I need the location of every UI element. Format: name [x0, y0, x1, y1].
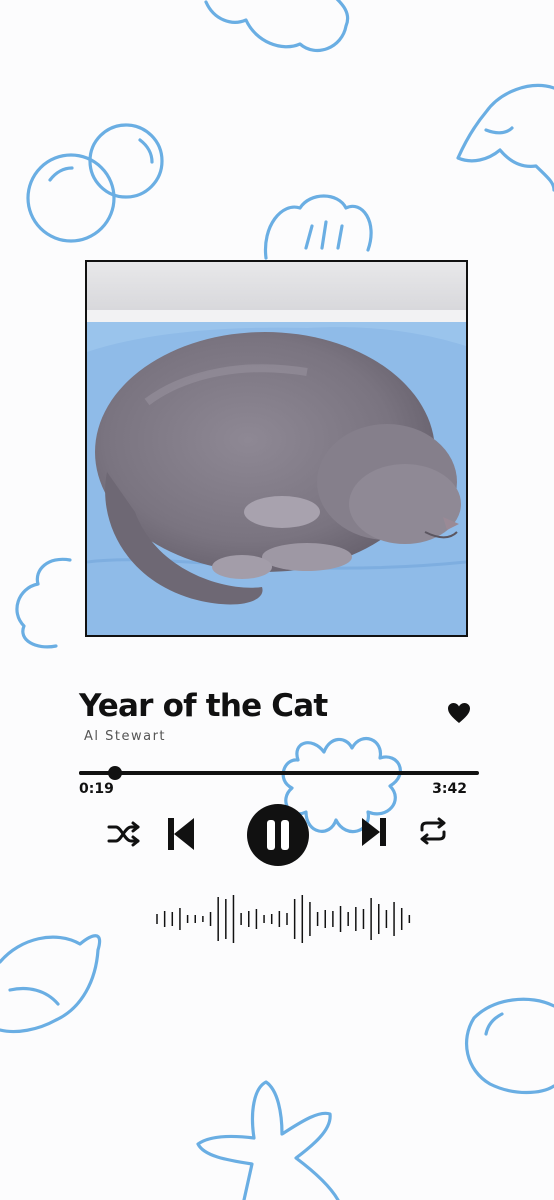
heart-icon[interactable] — [447, 702, 471, 724]
shell-doodle-bottom — [0, 934, 102, 1034]
shell-doodle — [263, 194, 373, 260]
progress-slider[interactable] — [79, 764, 479, 782]
shuffle-icon[interactable] — [107, 820, 141, 848]
album-art-image — [87, 262, 466, 635]
current-time: 0:19 — [79, 781, 114, 797]
progress-track — [79, 771, 479, 775]
pause-button[interactable] — [246, 803, 310, 867]
cloud-doodle-top — [204, 0, 350, 53]
total-time: 3:42 — [432, 781, 467, 797]
cloud-doodle-left — [15, 557, 72, 649]
track-artist: Al Stewart — [84, 729, 167, 744]
skip-previous-icon[interactable] — [166, 816, 196, 852]
starfish-doodle — [196, 1080, 340, 1200]
progress-knob[interactable] — [108, 766, 122, 780]
track-title: Year of the Cat — [79, 688, 328, 724]
album-art — [85, 260, 468, 637]
dolphin-doodle — [456, 83, 554, 192]
waveform-graphic — [156, 895, 411, 943]
bubble-doodle-bottom — [465, 997, 554, 1095]
skip-next-icon[interactable] — [360, 816, 388, 848]
pause-icon — [267, 820, 275, 850]
repeat-icon[interactable] — [417, 817, 449, 845]
